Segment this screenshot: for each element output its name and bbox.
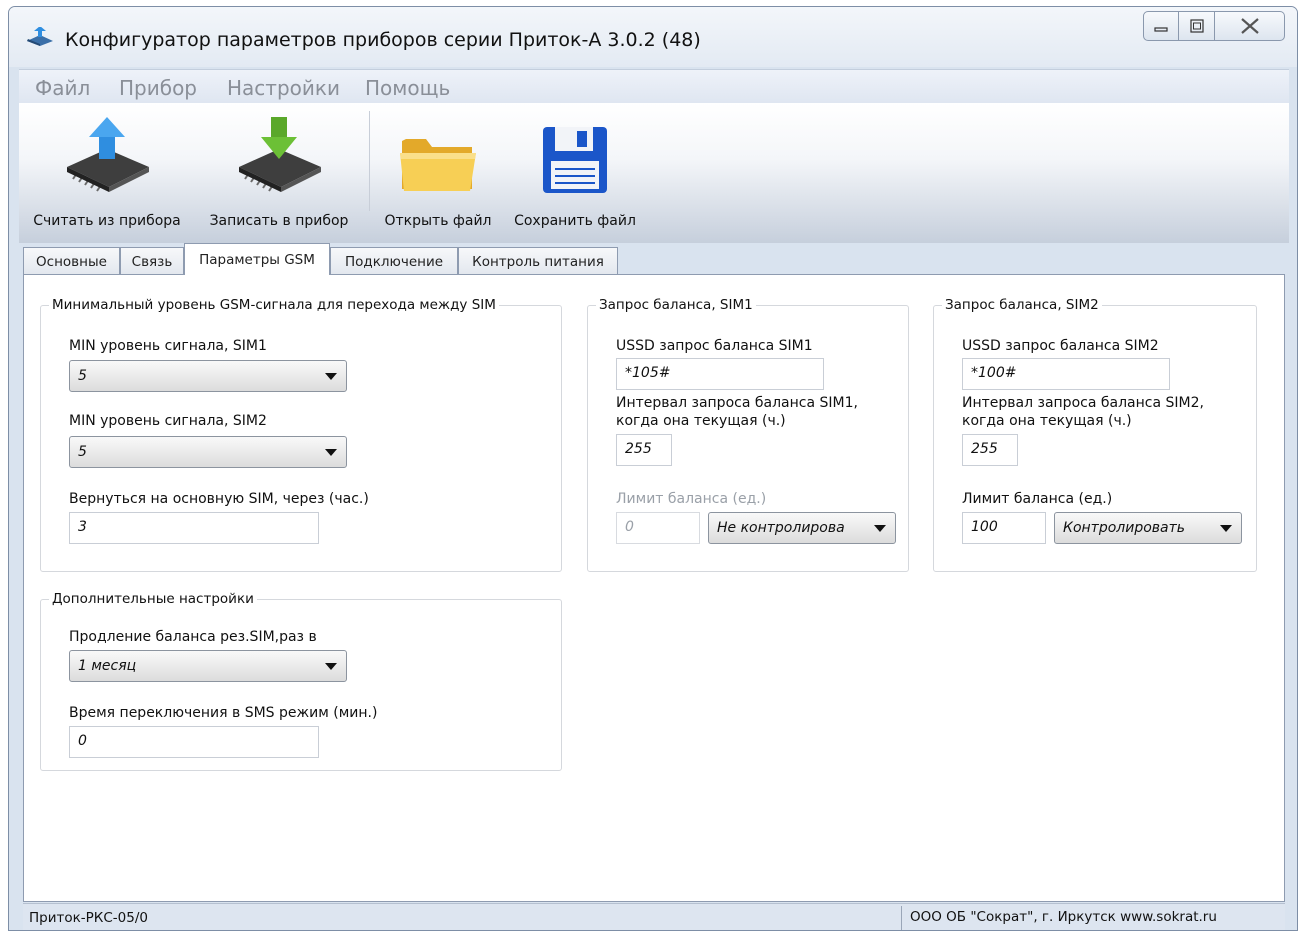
chevron-down-icon xyxy=(1220,525,1232,532)
menu-bar: Файл Прибор Настройки Помощь xyxy=(19,69,1289,103)
extra-settings-group-title: Дополнительные настройки xyxy=(49,591,257,607)
sim1-ussd-label: USSD запрос баланса SIM1 xyxy=(616,338,813,354)
folder-icon xyxy=(400,139,476,191)
floppy-disk-icon xyxy=(543,127,607,193)
maximize-button[interactable] xyxy=(1179,11,1215,41)
sim1-interval-input[interactable]: 255 xyxy=(616,434,672,466)
sim2-interval-label-line1: Интервал запроса баланса SIM2, xyxy=(962,395,1204,411)
sim1-signal-value: 5 xyxy=(78,368,87,384)
return-sim-label: Вернуться на основную SIM, через (час.) xyxy=(69,491,369,507)
chevron-down-icon xyxy=(874,525,886,532)
sim2-signal-value: 5 xyxy=(78,444,87,460)
sim2-interval-label-line2: когда она текущая (ч.) xyxy=(962,413,1132,429)
close-icon xyxy=(1240,18,1259,34)
title-bar: Конфигуратор параметров приборов серии П… xyxy=(9,7,1297,67)
sim1-ussd-input[interactable]: *105# xyxy=(616,358,824,390)
sim2-limit-input[interactable]: 100 xyxy=(962,512,1046,544)
sim1-balance-group-title: Запрос баланса, SIM1 xyxy=(596,297,756,313)
menu-device[interactable]: Прибор xyxy=(119,76,197,100)
open-file-button[interactable]: Открыть файл xyxy=(373,103,503,241)
sim2-balance-group-title: Запрос баланса, SIM2 xyxy=(942,297,1102,313)
write-to-device-button[interactable]: Записать в прибор xyxy=(195,103,363,241)
sim2-signal-select[interactable]: 5 xyxy=(69,436,347,468)
window-title: Конфигуратор параметров приборов серии П… xyxy=(65,29,701,51)
menu-settings[interactable]: Настройки xyxy=(227,76,340,100)
save-file-button[interactable]: Сохранить файл xyxy=(503,103,647,241)
sms-switch-label: Время переключения в SMS режим (мин.) xyxy=(69,705,378,721)
device-model-status: Приток-РКС-05/0 xyxy=(29,910,148,926)
chevron-down-icon xyxy=(325,449,337,456)
extra-settings-group: Дополнительные настройки Продление балан… xyxy=(40,591,562,771)
tab-connection[interactable]: Связь xyxy=(120,247,184,275)
minimize-icon xyxy=(1154,27,1168,32)
app-window: Конфигуратор параметров приборов серии П… xyxy=(8,6,1298,931)
sim2-signal-label: MIN уровень сигнала, SIM2 xyxy=(69,413,267,429)
tab-main[interactable]: Основные xyxy=(23,247,120,275)
sim2-control-select[interactable]: Контролировать xyxy=(1054,512,1242,544)
save-label: Сохранить файл xyxy=(514,213,636,229)
read-from-device-button[interactable]: Считать из прибора xyxy=(19,103,195,241)
return-sim-input[interactable]: 3 xyxy=(69,512,319,544)
chip-download-icon xyxy=(239,117,321,192)
sim1-interval-label-line1: Интервал запроса баланса SIM1, xyxy=(616,395,858,411)
extend-balance-value: 1 месяц xyxy=(78,658,137,674)
company-status: ООО ОБ "Сократ", г. Иркутск www.sokrat.r… xyxy=(901,906,1283,930)
toolbar-separator xyxy=(369,111,370,211)
sim2-interval-input[interactable]: 255 xyxy=(962,434,1018,466)
gsm-signal-group-title: Минимальный уровень GSM-сигнала для пере… xyxy=(49,297,499,313)
sim1-interval-label-line2: когда она текущая (ч.) xyxy=(616,413,786,429)
tab-link[interactable]: Подключение xyxy=(330,247,458,275)
sim1-control-value: Не контролирова xyxy=(717,520,845,536)
tab-power-control[interactable]: Контроль питания xyxy=(458,247,618,275)
minimize-button[interactable] xyxy=(1143,11,1179,41)
chevron-down-icon xyxy=(325,373,337,380)
sim2-limit-label: Лимит баланса (ед.) xyxy=(962,491,1113,507)
extend-balance-select[interactable]: 1 месяц xyxy=(69,650,347,682)
app-icon xyxy=(27,27,53,46)
maximize-icon xyxy=(1189,19,1204,33)
sim2-ussd-input[interactable]: *100# xyxy=(962,358,1170,390)
extend-balance-label: Продление баланса рез.SIM,раз в xyxy=(69,629,317,645)
read-label: Считать из прибора xyxy=(33,213,181,229)
sim2-balance-group: Запрос баланса, SIM2 USSD запрос баланса… xyxy=(933,297,1257,572)
sim2-ussd-label: USSD запрос баланса SIM2 xyxy=(962,338,1159,354)
status-bar: Приток-РКС-05/0 ООО ОБ "Сократ", г. Ирку… xyxy=(23,903,1285,930)
chevron-down-icon xyxy=(325,663,337,670)
gsm-parameters-panel: Минимальный уровень GSM-сигнала для пере… xyxy=(23,274,1285,902)
sim1-control-select[interactable]: Не контролирова xyxy=(708,512,896,544)
sms-switch-input[interactable]: 0 xyxy=(69,726,319,758)
sim1-signal-label: MIN уровень сигнала, SIM1 xyxy=(69,338,267,354)
menu-help[interactable]: Помощь xyxy=(365,76,450,100)
tab-gsm-parameters[interactable]: Параметры GSM xyxy=(184,243,330,275)
window-controls xyxy=(1143,11,1285,43)
sim1-limit-label: Лимит баланса (ед.) xyxy=(616,491,767,507)
sim1-signal-select[interactable]: 5 xyxy=(69,360,347,392)
sim1-limit-input[interactable]: 0 xyxy=(616,512,700,544)
sim2-control-value: Контролировать xyxy=(1063,520,1186,536)
sim1-balance-group: Запрос баланса, SIM1 USSD запрос баланса… xyxy=(587,297,909,572)
chip-upload-icon xyxy=(67,117,149,192)
open-label: Открыть файл xyxy=(384,213,492,229)
gsm-signal-group: Минимальный уровень GSM-сигнала для пере… xyxy=(40,297,562,572)
close-button[interactable] xyxy=(1215,11,1285,41)
write-label: Записать в прибор xyxy=(209,213,349,229)
toolbar: Считать из прибора Записать в прибор Отк… xyxy=(19,103,1289,243)
menu-file[interactable]: Файл xyxy=(35,76,90,100)
